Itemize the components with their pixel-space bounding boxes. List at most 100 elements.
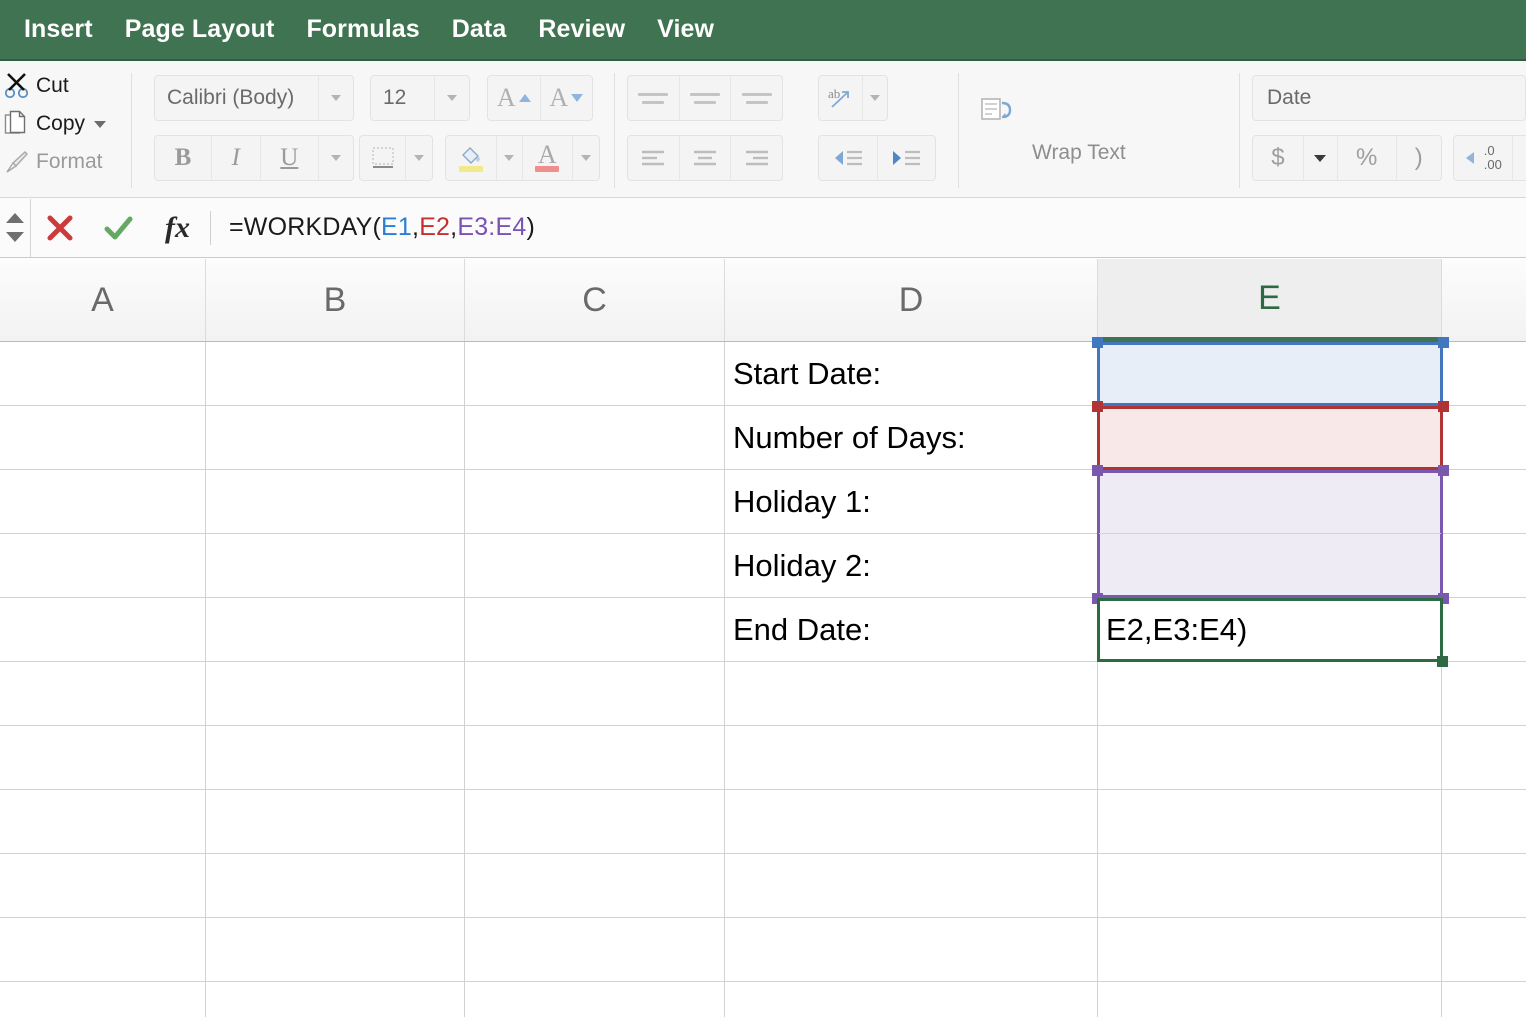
cell-d10[interactable] xyxy=(725,918,1098,981)
cell-d8[interactable] xyxy=(725,790,1098,853)
fill-color-dropdown-caret[interactable] xyxy=(497,136,523,180)
cut-button[interactable]: Cut xyxy=(0,67,130,105)
align-right-button[interactable] xyxy=(731,136,782,180)
cell-c1[interactable] xyxy=(465,342,725,405)
align-bottom-button[interactable] xyxy=(731,76,782,120)
tab-view[interactable]: View xyxy=(641,15,730,44)
percent-button[interactable]: % xyxy=(1338,136,1397,180)
cell-b6[interactable] xyxy=(206,662,465,725)
copy-button[interactable]: Copy xyxy=(0,105,130,143)
cell-f3[interactable] xyxy=(1442,470,1526,533)
cell-c11[interactable] xyxy=(465,982,725,1017)
cell-d2[interactable]: Number of Days: xyxy=(725,406,1098,469)
decrease-font-size-button[interactable]: A xyxy=(541,76,593,120)
cell-d5[interactable]: End Date: xyxy=(725,598,1098,661)
cell-b5[interactable] xyxy=(206,598,465,661)
orientation-dropdown-caret[interactable] xyxy=(863,76,887,120)
number-format-combo[interactable]: Date xyxy=(1252,75,1526,121)
cell-d6[interactable] xyxy=(725,662,1098,725)
cell-d9[interactable] xyxy=(725,854,1098,917)
column-header-c[interactable]: C xyxy=(465,259,725,341)
increase-decimal-button[interactable] xyxy=(1513,136,1526,180)
cell-c7[interactable] xyxy=(465,726,725,789)
align-top-button[interactable] xyxy=(628,76,680,120)
font-family-combo[interactable]: Calibri (Body) xyxy=(154,75,354,121)
underline-button[interactable]: U xyxy=(261,136,320,180)
cell-a5[interactable] xyxy=(0,598,206,661)
active-cell-editor[interactable]: E2,E3:E4) xyxy=(1097,598,1443,662)
cell-d3[interactable]: Holiday 1: xyxy=(725,470,1098,533)
bold-button[interactable]: B xyxy=(155,136,212,180)
decrease-decimal-button[interactable]: .0 .00 xyxy=(1454,136,1513,180)
cell-d7[interactable] xyxy=(725,726,1098,789)
font-color-dropdown-caret[interactable] xyxy=(573,136,599,180)
cell-a4[interactable] xyxy=(0,534,206,597)
formula-input[interactable]: =WORKDAY(E1,E2,E3:E4) xyxy=(211,213,1526,242)
insert-function-icon[interactable]: fx xyxy=(165,211,190,245)
cell-e7[interactable] xyxy=(1098,726,1442,789)
column-header-e[interactable]: E xyxy=(1098,259,1442,342)
cell-c6[interactable] xyxy=(465,662,725,725)
cell-c5[interactable] xyxy=(465,598,725,661)
cell-f11[interactable] xyxy=(1442,982,1526,1017)
column-header-a[interactable]: A xyxy=(0,259,206,341)
column-header-f[interactable] xyxy=(1442,259,1526,341)
cell-b3[interactable] xyxy=(206,470,465,533)
cell-c3[interactable] xyxy=(465,470,725,533)
cell-d4[interactable]: Holiday 2: xyxy=(725,534,1098,597)
tab-insert[interactable]: Insert xyxy=(8,15,109,44)
font-size-combo[interactable]: 12 xyxy=(370,75,470,121)
range-handle-e3-topright[interactable] xyxy=(1438,465,1449,476)
cell-f4[interactable] xyxy=(1442,534,1526,597)
cell-b11[interactable] xyxy=(206,982,465,1017)
font-color-button[interactable]: A xyxy=(523,136,573,180)
decrease-indent-button[interactable] xyxy=(819,136,878,180)
cell-a9[interactable] xyxy=(0,854,206,917)
range-handle-e2-topright[interactable] xyxy=(1438,401,1449,412)
cell-b4[interactable] xyxy=(206,534,465,597)
increase-indent-button[interactable] xyxy=(878,136,936,180)
cell-a3[interactable] xyxy=(0,470,206,533)
underline-dropdown-caret[interactable] xyxy=(319,136,353,180)
cell-e10[interactable] xyxy=(1098,918,1442,981)
currency-button[interactable]: $ xyxy=(1253,136,1304,180)
font-family-caret[interactable] xyxy=(318,76,353,120)
comma-style-button[interactable]: ) xyxy=(1397,136,1441,180)
borders-button[interactable] xyxy=(360,136,406,180)
column-header-b[interactable]: B xyxy=(206,259,465,341)
align-middle-button[interactable] xyxy=(680,76,732,120)
tab-page-layout[interactable]: Page Layout xyxy=(109,15,291,44)
cell-b2[interactable] xyxy=(206,406,465,469)
cell-c8[interactable] xyxy=(465,790,725,853)
cell-e11[interactable] xyxy=(1098,982,1442,1017)
range-handle-e1-topright[interactable] xyxy=(1438,337,1449,348)
cell-b7[interactable] xyxy=(206,726,465,789)
cell-a2[interactable] xyxy=(0,406,206,469)
align-center-button[interactable] xyxy=(680,136,732,180)
tab-data[interactable]: Data xyxy=(436,15,523,44)
formula-bar-expand-spinner[interactable] xyxy=(0,198,31,257)
italic-button[interactable]: I xyxy=(212,136,261,180)
cell-b8[interactable] xyxy=(206,790,465,853)
cell-a6[interactable] xyxy=(0,662,206,725)
enter-formula-button[interactable] xyxy=(89,199,147,257)
cell-c9[interactable] xyxy=(465,854,725,917)
increase-font-size-button[interactable]: A xyxy=(488,76,541,120)
cell-e8[interactable] xyxy=(1098,790,1442,853)
cell-d11[interactable] xyxy=(725,982,1098,1017)
cell-d1[interactable]: Start Date: xyxy=(725,342,1098,405)
font-size-caret[interactable] xyxy=(434,76,469,120)
cell-f9[interactable] xyxy=(1442,854,1526,917)
cell-e9[interactable] xyxy=(1098,854,1442,917)
cell-a8[interactable] xyxy=(0,790,206,853)
cell-c2[interactable] xyxy=(465,406,725,469)
cell-f1[interactable] xyxy=(1442,342,1526,405)
cell-a1[interactable] xyxy=(0,342,206,405)
range-handle-e3-topleft[interactable] xyxy=(1092,465,1103,476)
tab-review[interactable]: Review xyxy=(522,15,641,44)
cell-b1[interactable] xyxy=(206,342,465,405)
cell-f7[interactable] xyxy=(1442,726,1526,789)
cell-f10[interactable] xyxy=(1442,918,1526,981)
column-header-d[interactable]: D xyxy=(725,259,1098,341)
cell-f2[interactable] xyxy=(1442,406,1526,469)
